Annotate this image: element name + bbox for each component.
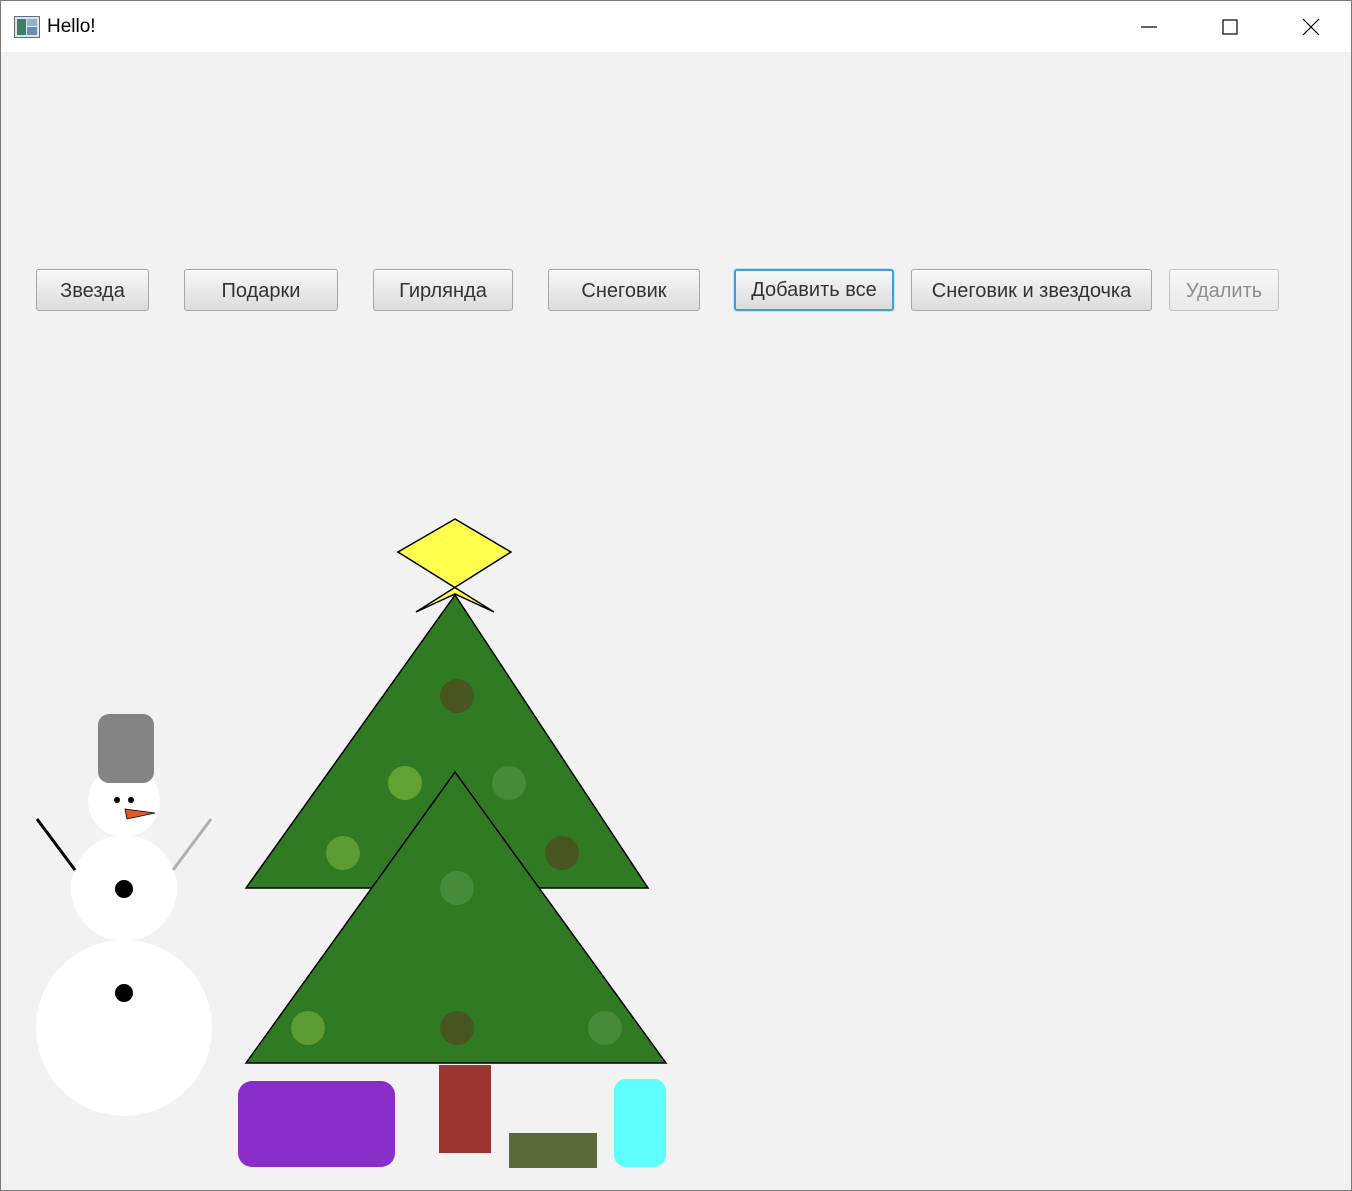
snowman-hat <box>98 714 154 783</box>
garland-light <box>388 766 422 800</box>
app-window: Hello! Звезда Подарки Гирлянда Снеговик … <box>0 0 1352 1191</box>
snowman-bottom <box>36 940 212 1116</box>
minimize-icon <box>1141 26 1157 28</box>
garland-light <box>545 836 579 870</box>
minimize-button[interactable] <box>1109 1 1189 52</box>
garland-light <box>291 1011 325 1045</box>
window-title: Hello! <box>47 16 96 37</box>
garland-light <box>440 871 474 905</box>
garland-light <box>492 766 526 800</box>
maximize-button[interactable] <box>1190 1 1270 52</box>
snowman-arm-right <box>171 818 213 871</box>
garland-light <box>440 679 474 713</box>
close-button[interactable] <box>1271 1 1351 52</box>
garland-light <box>588 1011 622 1045</box>
canvas-area: Звезда Подарки Гирлянда Снеговик Добавит… <box>1 52 1351 1190</box>
snowman-arm-left <box>35 818 77 871</box>
title-bar[interactable]: Hello! <box>1 1 1351 52</box>
gift-olive <box>509 1133 597 1168</box>
snowman-button-top <box>115 880 133 898</box>
snowman-eye <box>128 797 134 803</box>
drawing-scene <box>35 518 668 1168</box>
gift-cyan <box>614 1079 666 1167</box>
maximize-icon <box>1222 19 1238 35</box>
close-icon <box>1302 18 1320 36</box>
snowman <box>35 714 213 1116</box>
gift-purple <box>238 1081 395 1167</box>
garland-light <box>326 836 360 870</box>
app-icon <box>14 16 40 38</box>
tree-trunk <box>439 1065 491 1153</box>
snowman-eye <box>114 797 120 803</box>
garland-light <box>440 1011 474 1045</box>
snowman-button-bottom <box>115 984 133 1002</box>
